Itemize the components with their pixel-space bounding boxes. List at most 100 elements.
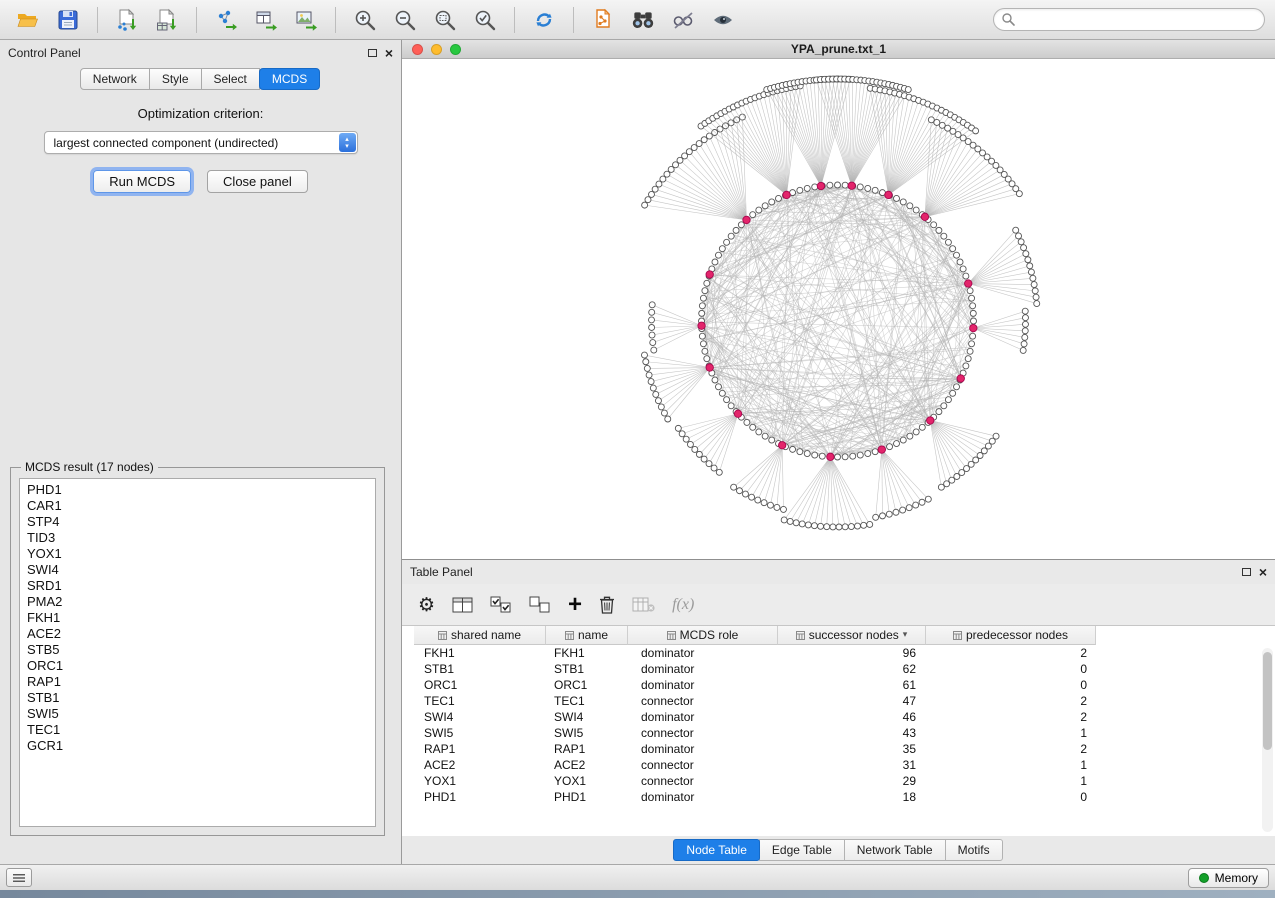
column-label: successor nodes <box>809 628 899 642</box>
select-all-button[interactable] <box>490 596 512 614</box>
deselect-all-button[interactable] <box>529 596 551 614</box>
find-button[interactable] <box>625 4 661 36</box>
zoom-fit-button[interactable] <box>427 4 463 36</box>
result-list-item[interactable]: FKH1 <box>20 610 375 626</box>
table-cell: dominator <box>628 677 778 693</box>
delete-table-button[interactable] <box>632 597 655 613</box>
table-cell: 46 <box>778 709 926 725</box>
result-list-item[interactable]: SWI4 <box>20 562 375 578</box>
hide-selected-button[interactable] <box>665 4 701 36</box>
control-panel-title: Control Panel <box>8 46 368 60</box>
scrollbar-thumb[interactable] <box>1263 652 1272 750</box>
table-row[interactable]: SWI5SWI5connector431 <box>414 725 1275 741</box>
float-panel-icon[interactable] <box>368 49 377 57</box>
control-panel-header: Control Panel × <box>0 40 401 66</box>
table-row[interactable]: ORC1ORC1dominator610 <box>414 677 1275 693</box>
result-list-item[interactable]: STP4 <box>20 514 375 530</box>
column-header-successor-nodes[interactable]: successor nodes ▾ <box>778 626 926 645</box>
result-list-item[interactable]: STB1 <box>20 690 375 706</box>
table-cell: connector <box>628 693 778 709</box>
import-network-icon <box>115 8 139 32</box>
run-mcds-button[interactable]: Run MCDS <box>93 170 191 193</box>
zoom-in-button[interactable] <box>347 4 383 36</box>
table-scrollbar[interactable] <box>1262 648 1273 832</box>
clone-network-button[interactable] <box>585 4 621 36</box>
close-panel-icon[interactable]: × <box>385 48 393 58</box>
export-network-button[interactable] <box>208 4 244 36</box>
status-list-button[interactable] <box>6 868 32 887</box>
close-table-panel-icon[interactable]: × <box>1259 567 1267 577</box>
import-network-button[interactable] <box>109 4 145 36</box>
result-list-item[interactable]: RAP1 <box>20 674 375 690</box>
result-list-item[interactable]: ORC1 <box>20 658 375 674</box>
desktop-background <box>0 890 1275 898</box>
table-row[interactable]: PHD1PHD1dominator180 <box>414 789 1275 805</box>
column-header-predecessor-nodes[interactable]: predecessor nodes <box>926 626 1096 645</box>
tab-select[interactable]: Select <box>201 68 260 90</box>
table-settings-button[interactable]: ⚙ <box>418 595 435 615</box>
table-toolbar: ⚙ + <box>402 584 1275 626</box>
tab-network[interactable]: Network <box>80 68 150 90</box>
result-list-item[interactable]: STB5 <box>20 642 375 658</box>
column-header-MCDS-role[interactable]: MCDS role <box>628 626 778 645</box>
float-table-panel-icon[interactable] <box>1242 568 1251 576</box>
show-columns-button[interactable] <box>452 596 473 614</box>
window-minimize-icon[interactable] <box>431 44 442 55</box>
table-cell: PHD1 <box>546 789 628 805</box>
result-list-item[interactable]: TEC1 <box>20 722 375 738</box>
eye-slash-icon <box>671 8 695 32</box>
table-row[interactable]: RAP1RAP1dominator352 <box>414 741 1275 757</box>
tab-edge-table[interactable]: Edge Table <box>759 839 845 861</box>
table-row[interactable]: FKH1FKH1dominator962 <box>414 645 1275 661</box>
table-cell: FKH1 <box>414 645 546 661</box>
table-row[interactable]: TEC1TEC1connector472 <box>414 693 1275 709</box>
save-session-button[interactable] <box>50 4 86 36</box>
column-header-name[interactable]: name <box>546 626 628 645</box>
show-all-button[interactable] <box>705 4 741 36</box>
sort-desc-icon: ▾ <box>903 630 908 640</box>
tab-style[interactable]: Style <box>149 68 202 90</box>
memory-button[interactable]: Memory <box>1188 868 1269 888</box>
network-canvas[interactable] <box>402 59 1275 559</box>
table-row[interactable]: YOX1YOX1connector291 <box>414 773 1275 789</box>
tab-network-table[interactable]: Network Table <box>844 839 946 861</box>
result-list-item[interactable]: GCR1 <box>20 738 375 754</box>
zoom-out-button[interactable] <box>387 4 423 36</box>
delete-column-button[interactable] <box>599 595 615 614</box>
table-cell: 2 <box>926 645 1096 661</box>
table-row[interactable]: ACE2ACE2connector311 <box>414 757 1275 773</box>
search-input[interactable] <box>993 8 1265 31</box>
tab-mcds[interactable]: MCDS <box>259 68 320 90</box>
memory-label: Memory <box>1215 871 1258 885</box>
add-column-button[interactable]: + <box>568 595 582 615</box>
result-list-item[interactable]: TID3 <box>20 530 375 546</box>
network-window-titlebar: YPA_prune.txt_1 <box>402 40 1275 59</box>
window-close-icon[interactable] <box>412 44 423 55</box>
result-list-item[interactable]: PHD1 <box>20 482 375 498</box>
close-panel-button[interactable]: Close panel <box>207 170 308 193</box>
optimization-criterion-select[interactable]: largest connected component (undirected)… <box>44 131 358 154</box>
column-header-shared-name[interactable]: shared name <box>414 626 546 645</box>
import-table-icon <box>155 8 179 32</box>
export-image-button[interactable] <box>288 4 324 36</box>
table-row[interactable]: STB1STB1dominator620 <box>414 661 1275 677</box>
eye-icon <box>711 8 735 32</box>
export-table-button[interactable] <box>248 4 284 36</box>
result-list-item[interactable]: SWI5 <box>20 706 375 722</box>
zoom-fit-icon <box>433 8 457 32</box>
refresh-button[interactable] <box>526 4 562 36</box>
table-row[interactable]: SWI4SWI4dominator462 <box>414 709 1275 725</box>
result-list-item[interactable]: ACE2 <box>20 626 375 642</box>
tab-motifs[interactable]: Motifs <box>945 839 1003 861</box>
window-maximize-icon[interactable] <box>450 44 461 55</box>
function-builder-button[interactable]: f(x) <box>672 596 694 614</box>
result-list-item[interactable]: CAR1 <box>20 498 375 514</box>
result-list-item[interactable]: PMA2 <box>20 594 375 610</box>
toolbar-separator <box>335 7 336 33</box>
tab-node-table[interactable]: Node Table <box>673 839 760 861</box>
result-list-item[interactable]: YOX1 <box>20 546 375 562</box>
zoom-selected-button[interactable] <box>467 4 503 36</box>
result-list-item[interactable]: SRD1 <box>20 578 375 594</box>
import-table-button[interactable] <box>149 4 185 36</box>
open-file-button[interactable] <box>10 4 46 36</box>
